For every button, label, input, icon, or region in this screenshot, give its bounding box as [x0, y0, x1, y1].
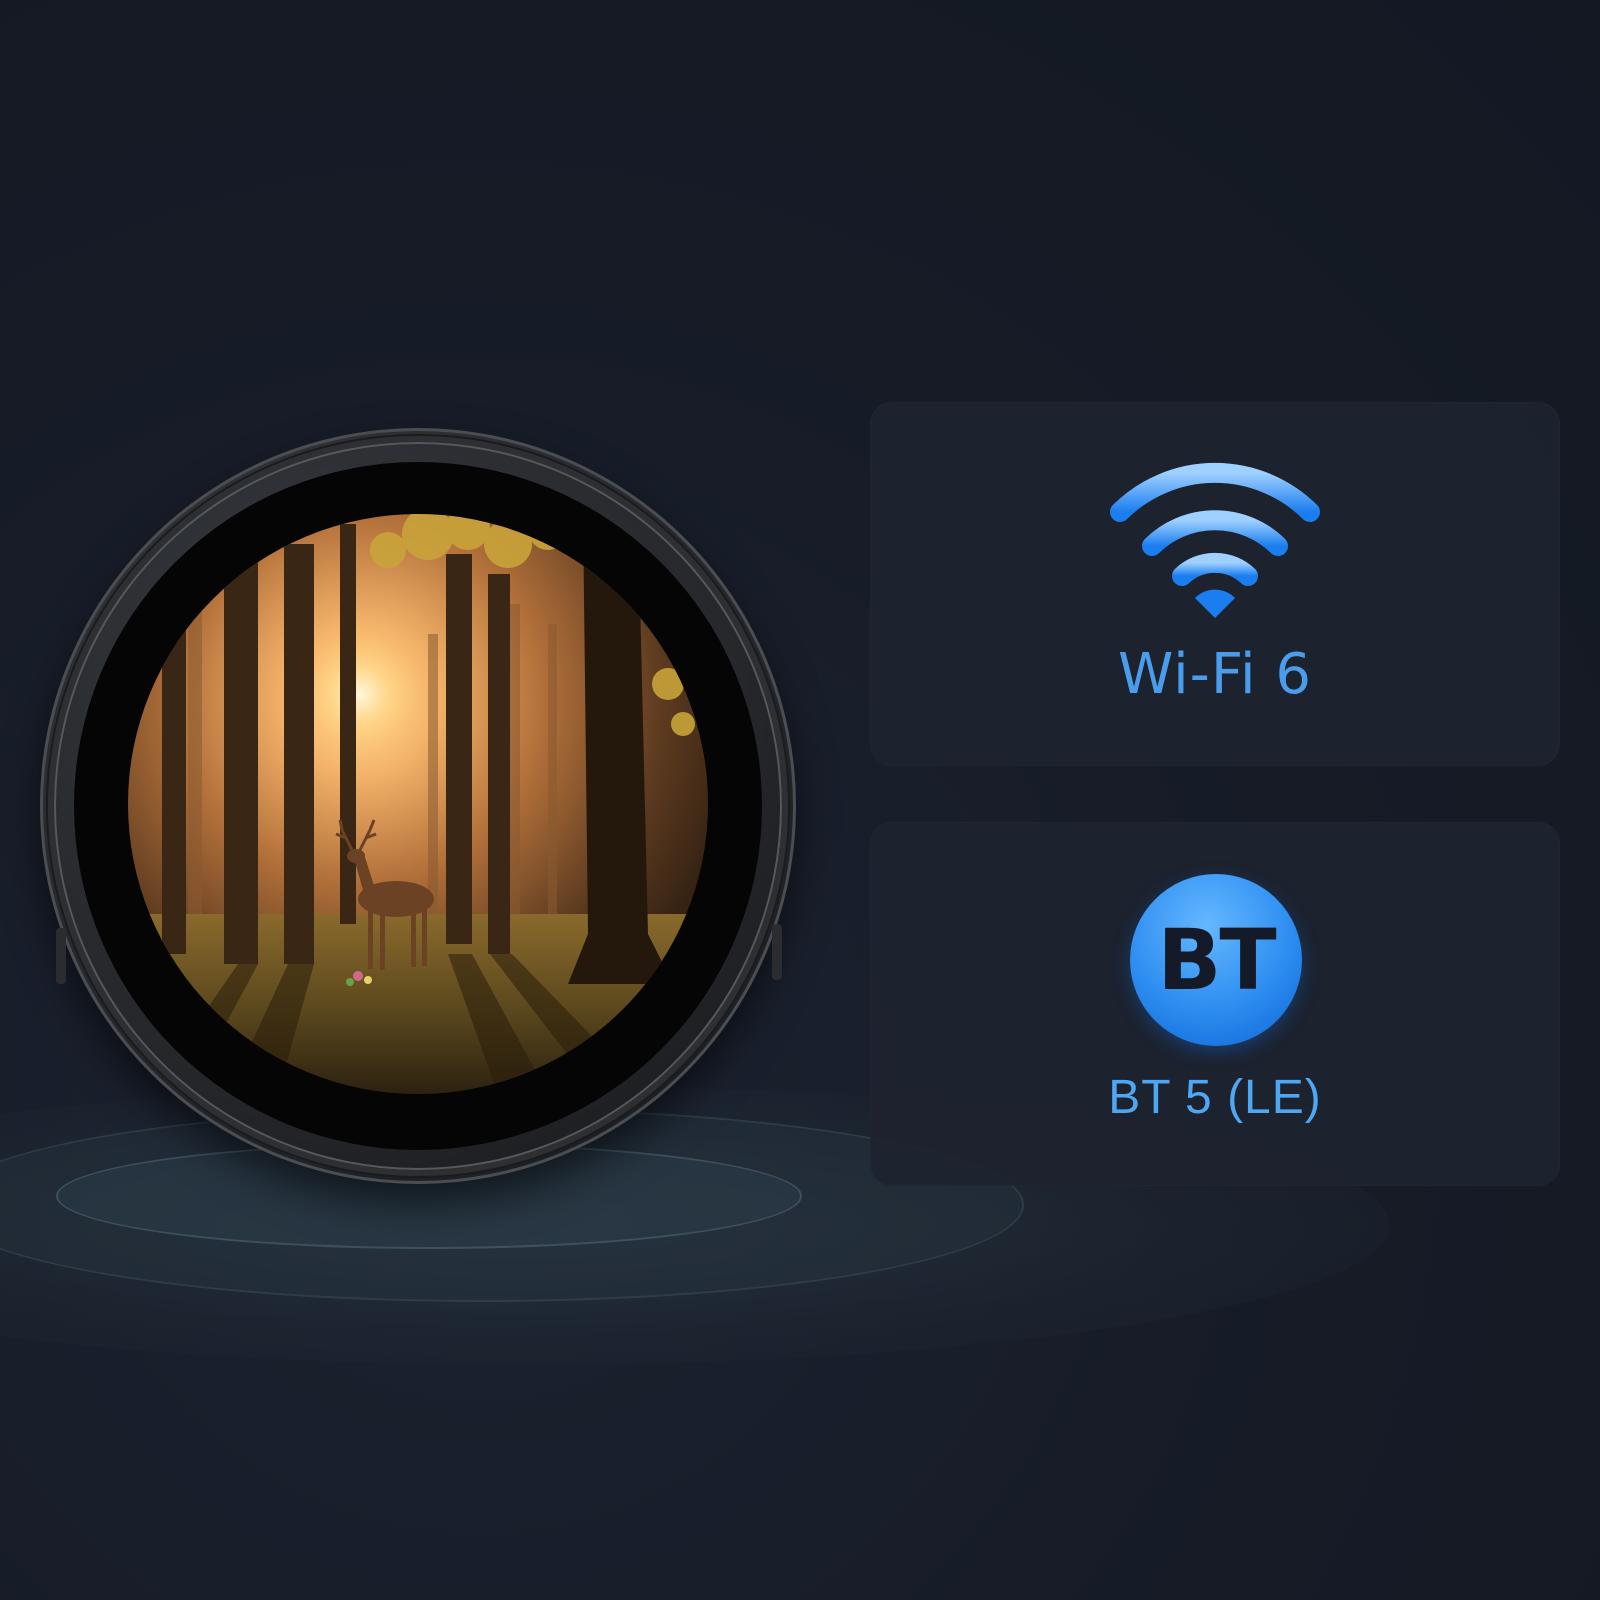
bt-glyph: BT	[1157, 911, 1276, 1009]
side-button-right	[772, 924, 782, 980]
side-button-left	[56, 928, 66, 984]
feature-card-bluetooth: BT BT 5 (LE)	[870, 822, 1560, 1186]
product-feature-banner: Wi-Fi 6 BT BT 5 (LE)	[0, 0, 1600, 1600]
bt-label: BT 5 (LE)	[1108, 1071, 1322, 1124]
round-display-device	[40, 428, 796, 1184]
wifi-label: Wi-Fi 6	[1117, 642, 1313, 707]
forest-deer-sunset-image	[128, 514, 708, 1094]
feature-card-wifi: Wi-Fi 6	[870, 402, 1560, 766]
wifi-icon	[1110, 462, 1320, 618]
bt-icon: BT	[1130, 874, 1302, 1046]
device-screen	[128, 514, 708, 1094]
